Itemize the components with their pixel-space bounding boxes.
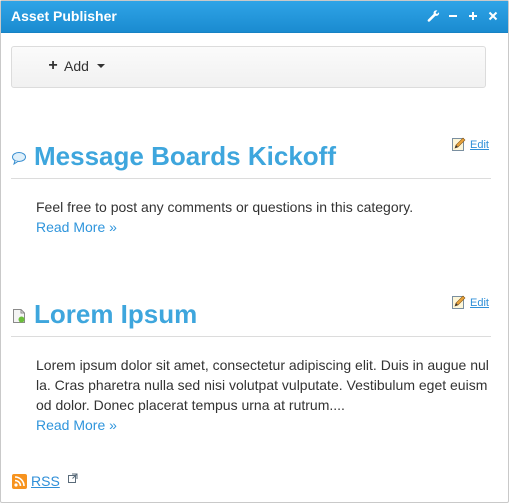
portlet-controls <box>426 8 500 24</box>
read-more-link[interactable]: Read More » <box>36 415 117 435</box>
edit-label: Edit <box>470 296 489 309</box>
external-link-icon[interactable] <box>67 473 78 483</box>
rss-link[interactable]: RSS <box>31 473 60 489</box>
asset-entry: Lorem Ipsum Edit Lorem ipsum dolor sit a… <box>11 295 491 435</box>
add-button[interactable]: + Add <box>46 58 105 74</box>
caret-down-icon <box>96 64 105 68</box>
minimize-icon[interactable] <box>446 8 460 24</box>
asset-header: Message Boards Kickoff Edit <box>11 137 491 179</box>
message-bubble-icon <box>11 150 27 166</box>
asset-body: Feel free to post any comments or questi… <box>11 179 491 237</box>
asset-title-link[interactable]: Lorem Ipsum <box>34 299 197 330</box>
asset-title-link[interactable]: Message Boards Kickoff <box>34 141 336 172</box>
add-toolbar: + Add <box>11 46 486 88</box>
asset-body: Lorem ipsum dolor sit amet, consectetur … <box>11 337 491 435</box>
read-more-link[interactable]: Read More » <box>36 217 117 237</box>
portlet-header: Asset Publisher <box>1 1 508 33</box>
add-button-label: Add <box>64 58 89 74</box>
asset-summary: Lorem ipsum dolor sit amet, consectetur … <box>36 357 489 413</box>
close-icon[interactable] <box>486 8 500 24</box>
edit-icon <box>452 295 466 309</box>
edit-link[interactable]: Edit <box>452 137 489 152</box>
maximize-icon[interactable] <box>466 8 480 24</box>
asset-header: Lorem Ipsum Edit <box>11 295 491 337</box>
portlet-title: Asset Publisher <box>11 8 117 24</box>
rss-icon <box>12 474 27 489</box>
edit-icon <box>452 137 466 151</box>
plus-icon: + <box>48 57 58 74</box>
rss-footer: RSS <box>12 473 78 489</box>
wrench-icon[interactable] <box>426 8 440 24</box>
edit-label: Edit <box>470 138 489 151</box>
asset-entry: Message Boards Kickoff Edit Feel free to… <box>11 137 491 237</box>
asset-summary: Feel free to post any comments or questi… <box>36 199 414 215</box>
edit-link[interactable]: Edit <box>452 295 489 310</box>
asset-publisher-portlet: Asset Publisher + Add Message Boards Kic… <box>0 0 509 503</box>
document-icon <box>11 308 27 324</box>
